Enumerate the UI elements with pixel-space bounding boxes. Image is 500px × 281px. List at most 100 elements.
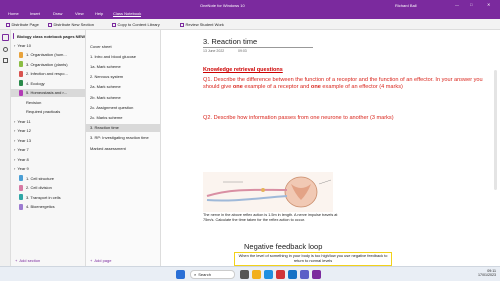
close-button[interactable]: ✕	[487, 2, 490, 7]
section-group[interactable]: › Year 9	[11, 165, 85, 173]
section-item[interactable]: 2. Infection and respo...	[11, 70, 85, 78]
menu-view[interactable]: View	[75, 11, 84, 16]
section-item[interactable]: 1. Organisation (hum...	[11, 51, 85, 59]
section-item[interactable]: 5. Homeostasis and r...	[11, 88, 85, 97]
clock[interactable]: 09:11 17/01/2023	[470, 269, 496, 277]
edge-icon[interactable]	[264, 270, 273, 279]
section-label: 3. Organisation (plants)	[26, 61, 68, 67]
reflex-caption[interactable]: The nerve in the above reflex action is …	[203, 213, 343, 222]
page-item[interactable]: 3. RP: Investigating reaction time	[86, 134, 160, 142]
maximize-button[interactable]: □	[470, 2, 472, 7]
taskbar: ⌕ Search 09:11 17/01/2023	[0, 266, 500, 281]
negative-feedback-title[interactable]: Negative feedback loop	[244, 242, 322, 251]
onenote-icon[interactable]	[312, 270, 321, 279]
teams-icon[interactable]	[300, 270, 309, 279]
office-icon[interactable]	[276, 270, 285, 279]
section-item[interactable]: 3. Transport in cells	[11, 193, 85, 201]
copy-to-content-library-button[interactable]: Copy to Content Library	[112, 22, 160, 27]
section-color-tab	[19, 61, 23, 67]
menu-home[interactable]: Home	[8, 11, 19, 16]
page-item[interactable]: Cover sheet	[86, 42, 160, 50]
start-icon[interactable]	[176, 270, 185, 279]
reflex-arc-image[interactable]	[203, 172, 333, 212]
page-item[interactable]: 2. Nervous system	[86, 73, 160, 81]
page-canvas[interactable]: 3. Reaction time 13 June 2022 09:03 Know…	[161, 30, 500, 266]
page-item[interactable]: 2a. Mark scheme	[86, 83, 160, 91]
section-label: Year 7	[17, 147, 29, 152]
section-label: Year 8	[17, 156, 29, 162]
add-section-button[interactable]: + Add section	[11, 256, 85, 264]
chevron-icon: ›	[14, 118, 16, 124]
chevron-icon: ›	[14, 42, 16, 48]
section-label: 1. Cell structure	[26, 175, 55, 181]
page-item[interactable]: 1a. Mark scheme	[86, 62, 160, 70]
section-label: Year 9	[17, 166, 29, 171]
section-item[interactable]: 4. Bioenergetics	[11, 203, 85, 211]
section-item[interactable]: 4. Ecology	[11, 79, 85, 87]
distribute-new-section-button[interactable]: Distribute New Section	[48, 22, 94, 27]
review-work-icon	[180, 22, 184, 27]
review-student-work-label: Review Student Work	[185, 22, 224, 27]
page-item[interactable]: 3. Reaction time	[86, 123, 160, 132]
question-1[interactable]: Q1. Describe the difference between the …	[203, 77, 493, 91]
section-label: 4. Bioenergetics	[26, 204, 55, 209]
search-icon[interactable]	[3, 47, 8, 52]
page-item[interactable]: 2b. Mark scheme	[86, 93, 160, 101]
add-page-label: Add page	[94, 257, 112, 263]
section-item[interactable]: Required practicals	[11, 108, 85, 116]
pages-pane: Cover sheet 1. Intro and blood glucose 1a.…	[86, 30, 161, 266]
add-page-button[interactable]: + Add page	[86, 256, 160, 264]
section-item[interactable]: Revision	[11, 98, 85, 106]
page-label: 3. RP: Investigating reaction time	[90, 135, 149, 141]
chevron-icon: ›	[14, 166, 16, 171]
menu-help[interactable]: Help	[95, 11, 103, 16]
notebooks-icon[interactable]	[2, 34, 9, 41]
notebook-name: Biology class notebook pages NEW	[16, 33, 85, 39]
page-title[interactable]: 3. Reaction time	[203, 37, 257, 46]
section-item[interactable]: 2. Cell division	[11, 184, 85, 192]
negative-feedback-box[interactable]: When the level of something in your body…	[234, 252, 392, 266]
section-label: Year 13	[17, 137, 31, 143]
plus-icon: +	[90, 257, 93, 263]
section-label: 1. Organisation (hum...	[26, 52, 67, 57]
search-box[interactable]: ⌕ Search	[190, 270, 235, 279]
recent-icon[interactable]	[3, 58, 8, 63]
menu-class-notebook[interactable]: Class Notebook	[113, 11, 142, 17]
section-color-tab	[19, 51, 23, 58]
user-name[interactable]: Richard Ball	[395, 3, 417, 8]
page-item[interactable]: 2c. Assignment question	[86, 103, 160, 111]
notebook-header[interactable]: Biology class notebook pages NEW	[11, 32, 85, 40]
section-group[interactable]: › Year 13	[11, 136, 85, 144]
section-group[interactable]: › Year 8	[11, 155, 85, 163]
task-view-icon[interactable]	[240, 270, 249, 279]
clock-date: 17/01/2023	[478, 273, 496, 277]
file-explorer-icon[interactable]	[252, 270, 261, 279]
question-2[interactable]: Q2. Describe how information passes from…	[203, 115, 493, 121]
menu-insert[interactable]: Insert	[30, 11, 40, 16]
search-icon: ⌕	[194, 272, 197, 277]
section-group[interactable]: › Year 7	[11, 146, 85, 154]
section-group[interactable]: › Year 10	[11, 41, 85, 49]
section-color-tab	[19, 70, 23, 77]
distribute-page-button[interactable]: Distribute Page	[6, 22, 39, 27]
page-label: 2a. Mark scheme	[90, 84, 121, 90]
q1-bold-2: one	[310, 84, 321, 90]
section-color-tab	[19, 89, 23, 96]
page-item[interactable]: 2c. Marks scheme	[86, 113, 160, 121]
knowledge-heading[interactable]: Knowledge retrieval questions	[203, 67, 283, 73]
mail-icon[interactable]	[288, 270, 297, 279]
chevron-icon: ›	[14, 156, 16, 162]
ribbon: Distribute Page Distribute New Section C…	[0, 19, 500, 30]
review-student-work-button[interactable]: Review Student Work	[180, 22, 224, 27]
section-group[interactable]: › Year 12	[11, 127, 85, 135]
menu-draw[interactable]: Draw	[53, 11, 62, 16]
page-label: 2. Nervous system	[90, 74, 124, 80]
page-item[interactable]: 1. Intro and blood glucose	[86, 52, 160, 60]
section-item[interactable]: 1. Cell structure	[11, 174, 85, 182]
page-item[interactable]: Marked assessment	[86, 144, 160, 152]
section-item[interactable]: 3. Organisation (plants)	[11, 60, 85, 68]
vertical-scrollbar[interactable]	[494, 70, 497, 190]
distribute-page-label: Distribute Page	[11, 22, 39, 27]
minimize-button[interactable]: —	[455, 2, 459, 7]
section-group[interactable]: › Year 11	[11, 117, 85, 125]
